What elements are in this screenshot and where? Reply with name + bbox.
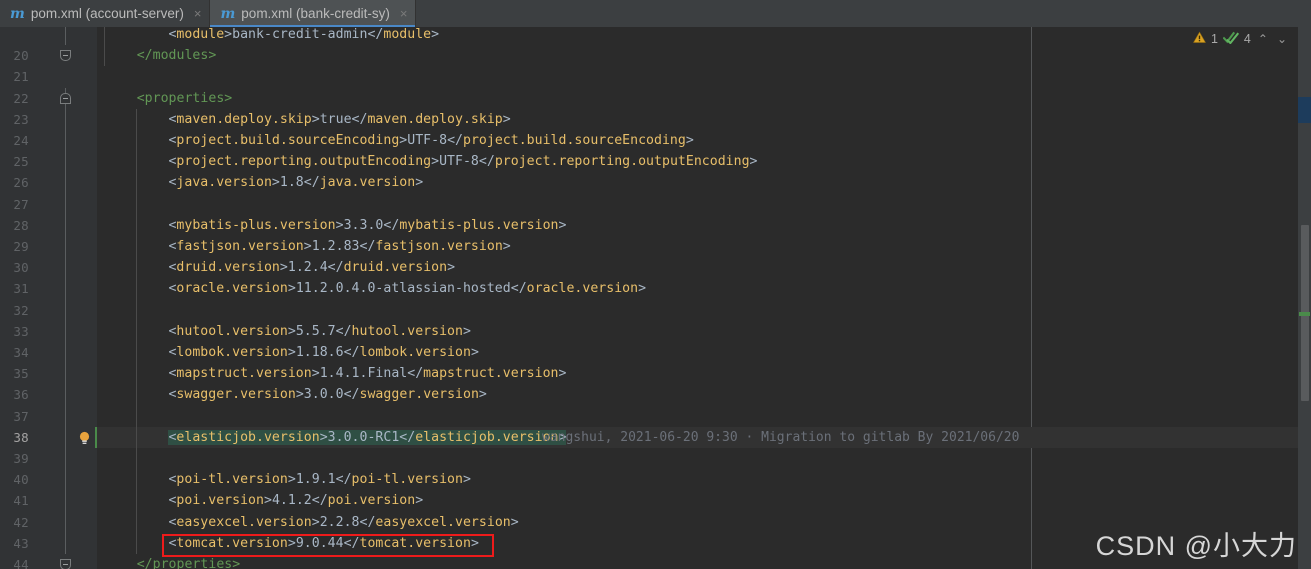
line-number: 29 bbox=[13, 239, 29, 254]
line-number: 28 bbox=[13, 217, 29, 233]
close-icon[interactable]: × bbox=[400, 6, 408, 21]
double-check-icon bbox=[1222, 31, 1239, 47]
editor-tab-bar: m pom.xml (account-server) × m pom.xml (… bbox=[0, 0, 1311, 27]
scrollbar-marker-green bbox=[1299, 312, 1310, 316]
lightbulb-icon[interactable] bbox=[78, 431, 91, 446]
line-number: 43 bbox=[13, 535, 29, 551]
line-number: 30 bbox=[13, 260, 29, 276]
code-line: <elasticjob.version>3.0.0-RC1</elasticjo… bbox=[168, 429, 567, 445]
line-number: 33 bbox=[13, 323, 29, 339]
line-number: 42 bbox=[13, 514, 29, 530]
line-number: 41 bbox=[13, 493, 29, 509]
code-line: <poi-tl.version>1.9.1</poi-tl.version> bbox=[168, 472, 471, 488]
maven-icon: m bbox=[10, 5, 25, 22]
inspection-status-widget[interactable]: 1 4 ⌃ ⌄ bbox=[1193, 31, 1289, 47]
code-line: <fastjson.version>1.2.83</fastjson.versi… bbox=[168, 239, 511, 254]
code-line: <oracle.version>11.2.0.4.0-atlassian-hos… bbox=[168, 281, 647, 297]
code-line: <lombok.version>1.18.6</lombok.version> bbox=[168, 345, 479, 360]
warning-triangle-icon bbox=[1193, 31, 1206, 47]
line-number: 36 bbox=[13, 387, 29, 403]
indent-guide bbox=[135, 108, 137, 554]
line-number: 35 bbox=[13, 366, 29, 382]
code-line: <hutool.version>5.5.7</hutool.version> bbox=[168, 323, 471, 339]
code-line: <poi.version>4.1.2</poi.version> bbox=[168, 493, 424, 509]
line-number: 24 bbox=[13, 133, 29, 148]
code-line: <swagger.version>3.0.0</swagger.version> bbox=[168, 387, 487, 403]
code-line: <properties> bbox=[136, 90, 233, 106]
chevron-down-icon[interactable]: ⌄ bbox=[1275, 32, 1289, 46]
editor-gutter[interactable]: 20 21 22 23 24 25 26 27 28 29 30 31 32 33 34 35 36 37 38 39… bbox=[0, 27, 97, 569]
code-line-tomcat-version: <tomcat.version>9.0.44</tomcat.version> bbox=[168, 535, 479, 551]
line-number: 32 bbox=[13, 302, 29, 318]
fold-rail bbox=[65, 27, 66, 46]
code-line: <project.reporting.outputEncoding>UTF-8<… bbox=[168, 154, 758, 170]
line-number: 22 bbox=[13, 90, 29, 106]
code-line: </modules> bbox=[136, 48, 217, 64]
code-line: </properties> bbox=[136, 557, 241, 569]
code-line: <mapstruct.version>1.4.1.Final</mapstruc… bbox=[168, 366, 567, 382]
line-number: 27 bbox=[13, 196, 29, 212]
tab-pom-bank-credit-sy[interactable]: m pom.xml (bank-credit-sy) × bbox=[210, 0, 417, 27]
fold-toggle-22[interactable] bbox=[60, 92, 71, 104]
code-content[interactable]: <module>bank-credit-admin</module> </modu… bbox=[97, 27, 1311, 569]
code-line-partial: <module>bank-credit-admin</module> bbox=[168, 27, 440, 42]
code-line: <java.version>1.8</java.version> bbox=[168, 175, 424, 191]
code-line: <druid.version>1.2.4</druid.version> bbox=[168, 260, 456, 276]
line-number: 26 bbox=[13, 175, 29, 191]
code-line: <project.build.sourceEncoding>UTF-8</pro… bbox=[168, 133, 694, 148]
line-number: 31 bbox=[13, 281, 29, 297]
chevron-up-icon[interactable]: ⌃ bbox=[1256, 32, 1270, 46]
code-line: <easyexcel.version>2.2.8</easyexcel.vers… bbox=[168, 514, 519, 530]
line-number: 25 bbox=[13, 154, 29, 170]
vcs-blame-annotation: wangshui, 2021-06-20 9:30 · Migration to… bbox=[542, 429, 1020, 445]
right-margin-guide bbox=[1031, 27, 1032, 569]
maven-icon: m bbox=[220, 5, 236, 22]
code-line: <maven.deploy.skip>true</maven.deploy.sk… bbox=[168, 111, 511, 127]
line-number: 44 bbox=[13, 557, 29, 569]
code-editor[interactable]: 20 21 22 23 24 25 26 27 28 29 30 31 32 33 34 35 36 37 38 39… bbox=[0, 27, 1311, 569]
fold-toggle-20[interactable] bbox=[60, 50, 71, 62]
scrollbar-marker-blue bbox=[1298, 97, 1311, 123]
line-number: 23 bbox=[13, 111, 29, 127]
line-number: 37 bbox=[13, 408, 29, 424]
fold-toggle-44[interactable] bbox=[60, 559, 71, 569]
tab-pom-account-server[interactable]: m pom.xml (account-server) × bbox=[0, 0, 211, 27]
line-number: 34 bbox=[13, 345, 29, 360]
indent-guide bbox=[104, 27, 105, 67]
tab-label: pom.xml (account-server) bbox=[30, 6, 184, 21]
watermark: CSDN @小大力 bbox=[1095, 531, 1297, 561]
code-line: <mybatis-plus.version>3.3.0</mybatis-plu… bbox=[168, 217, 567, 233]
line-number: 39 bbox=[13, 451, 29, 466]
line-number: 21 bbox=[13, 69, 29, 85]
line-number: 38 bbox=[13, 429, 29, 445]
editor-scrollbar[interactable] bbox=[1298, 27, 1311, 569]
warning-count: 1 bbox=[1210, 32, 1218, 46]
line-number: 40 bbox=[13, 472, 29, 488]
line-number: 20 bbox=[13, 48, 29, 64]
fold-rail bbox=[65, 87, 66, 554]
tab-label: pom.xml (bank-credit-sy) bbox=[241, 6, 390, 21]
ok-count: 4 bbox=[1243, 32, 1251, 46]
close-icon[interactable]: × bbox=[194, 6, 202, 21]
